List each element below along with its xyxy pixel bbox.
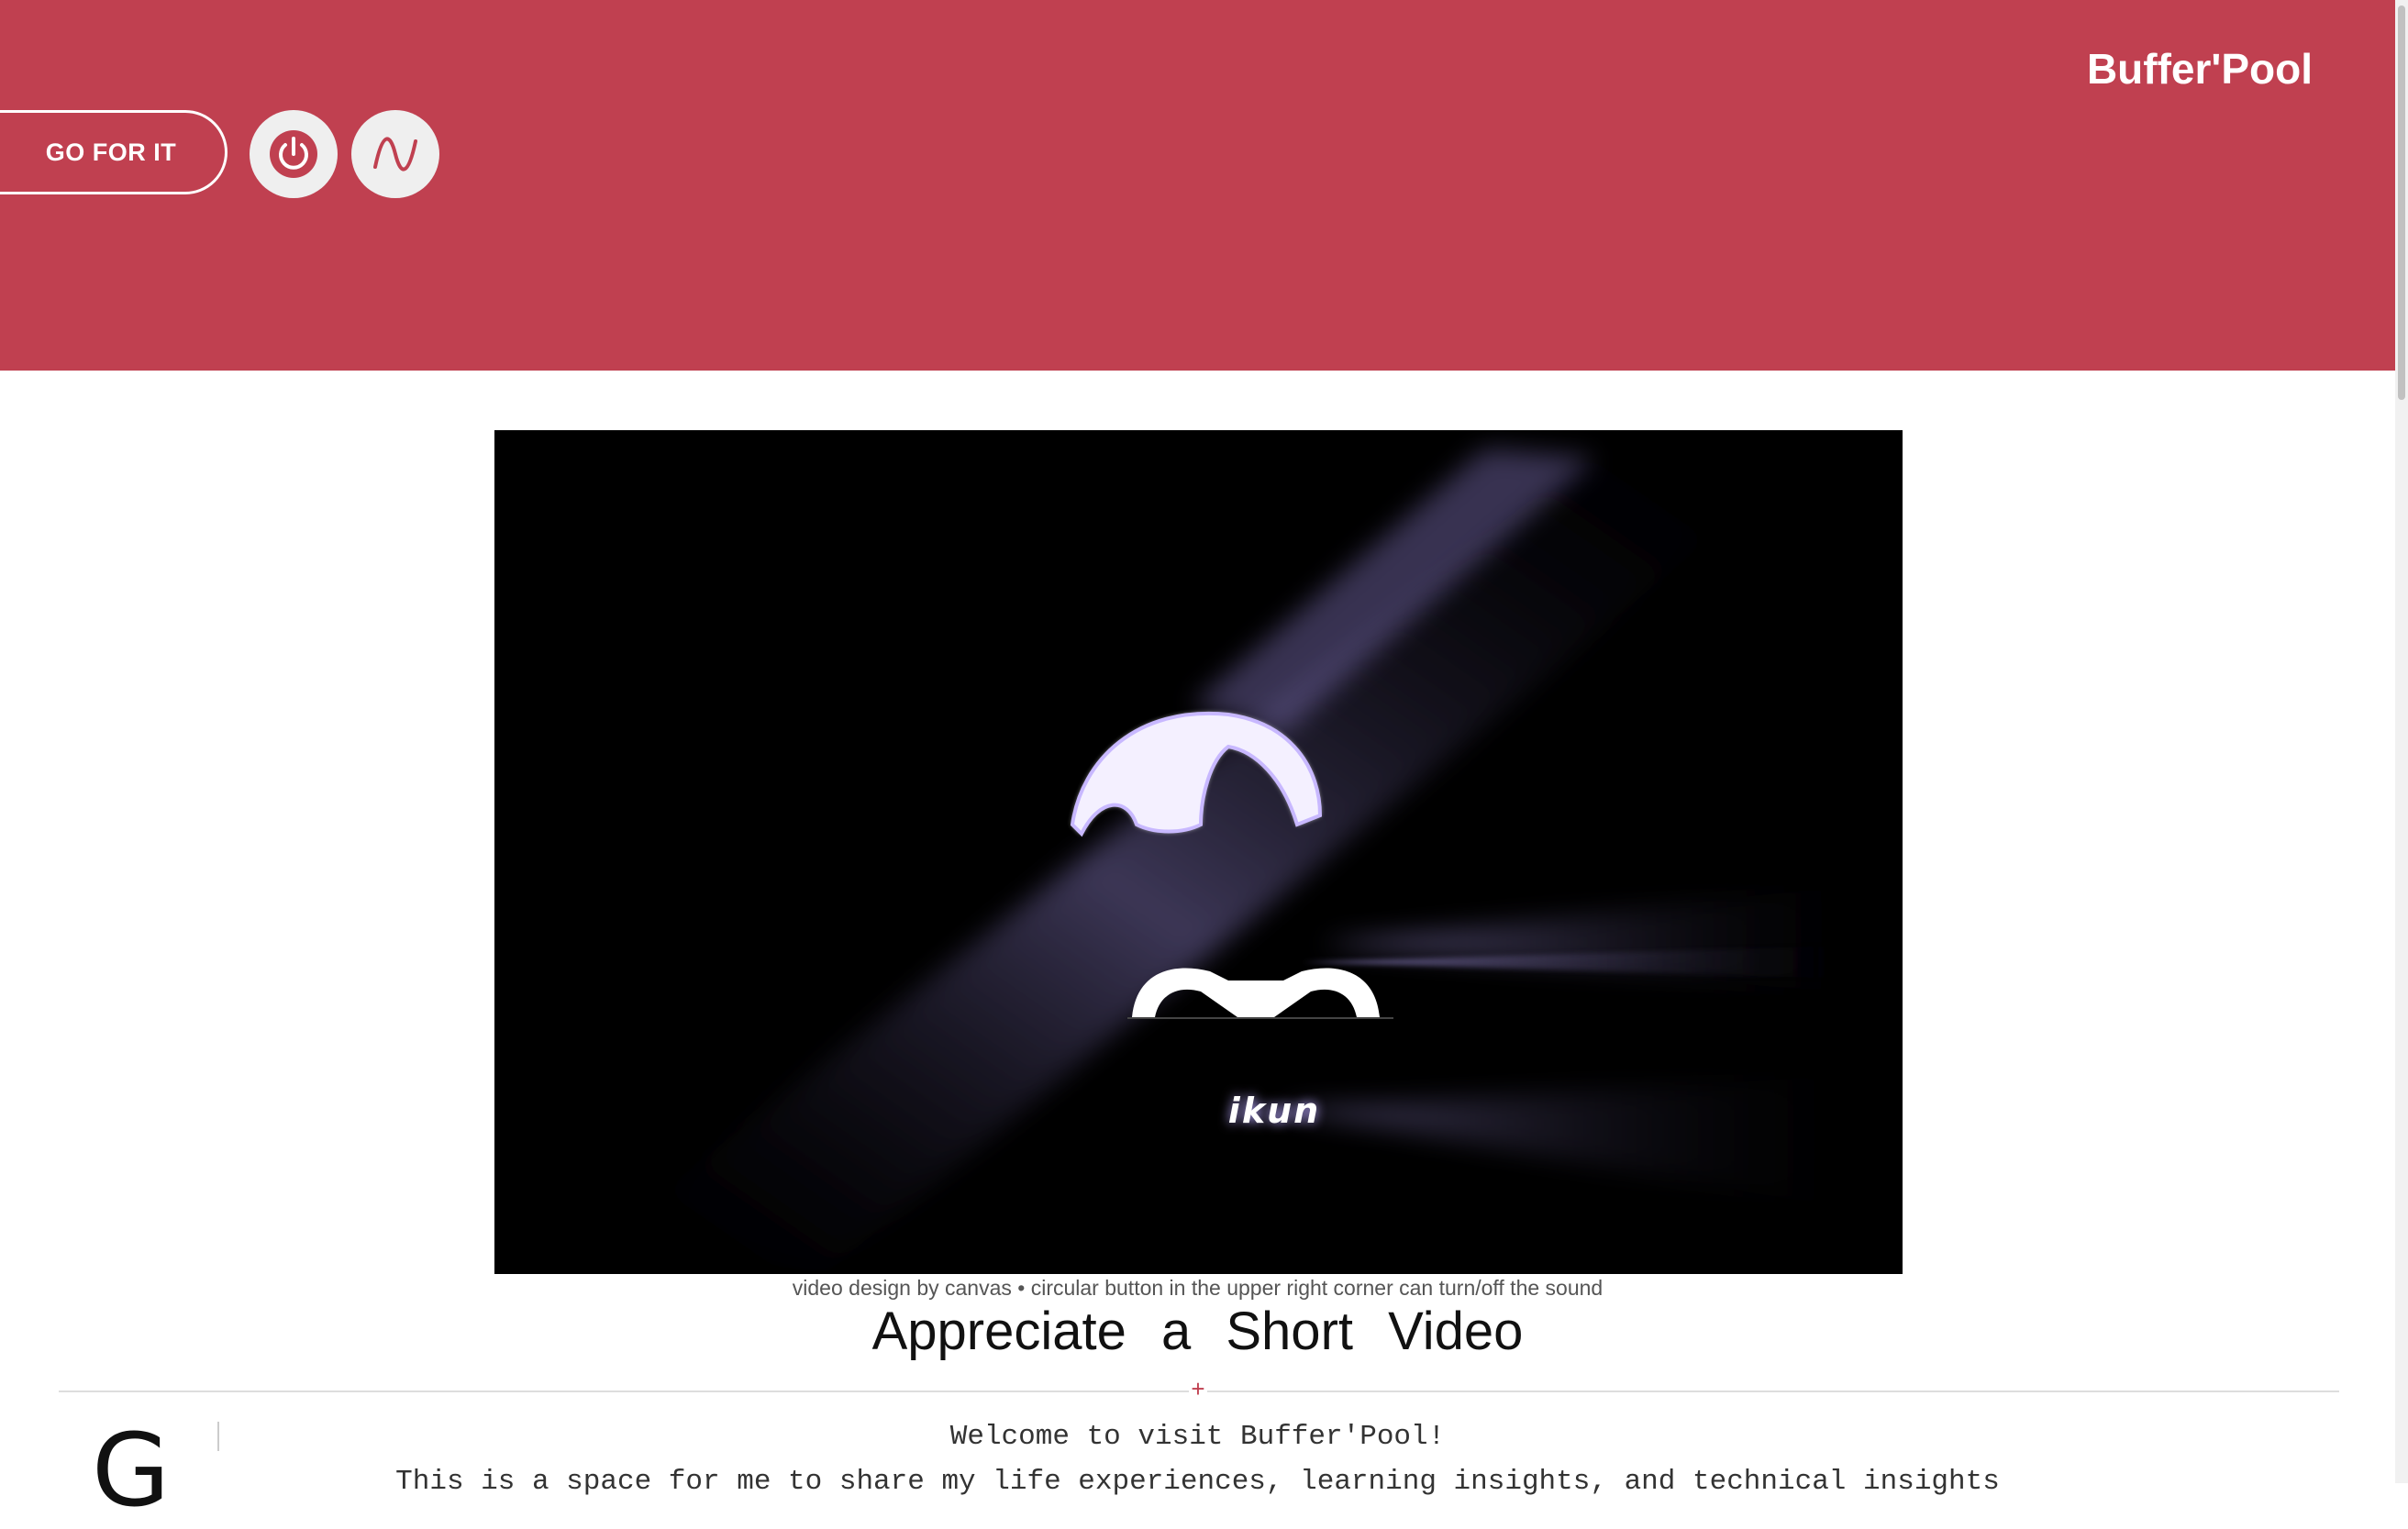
power-button[interactable] [250, 110, 338, 198]
video-frame [494, 430, 1903, 1274]
intro-text: This is a space for me to share my life … [395, 1466, 2000, 1498]
page-title: Appreciate a Short Video [871, 1302, 1524, 1361]
video-caption: video design by canvas • circular button… [792, 1276, 1603, 1300]
power-icon [270, 130, 317, 178]
video-canvas[interactable]: ikun [494, 430, 1903, 1274]
site-header: Buffer'Pool GO FOR IT [0, 0, 2395, 371]
divider-plus: + [1189, 1375, 1207, 1403]
go-for-it-button[interactable]: GO FOR IT [0, 110, 227, 194]
welcome-text: Welcome to visit Buffer'Pool! [949, 1421, 1446, 1453]
site-brand[interactable]: Buffer'Pool [2087, 44, 2313, 94]
page-scrollbar[interactable] [2395, 0, 2408, 1483]
scroll-thumb[interactable] [2398, 6, 2405, 400]
video-overlay-text: ikun [1227, 1091, 1321, 1131]
sine-wave-icon [373, 137, 417, 172]
sound-wave-button[interactable] [351, 110, 439, 198]
